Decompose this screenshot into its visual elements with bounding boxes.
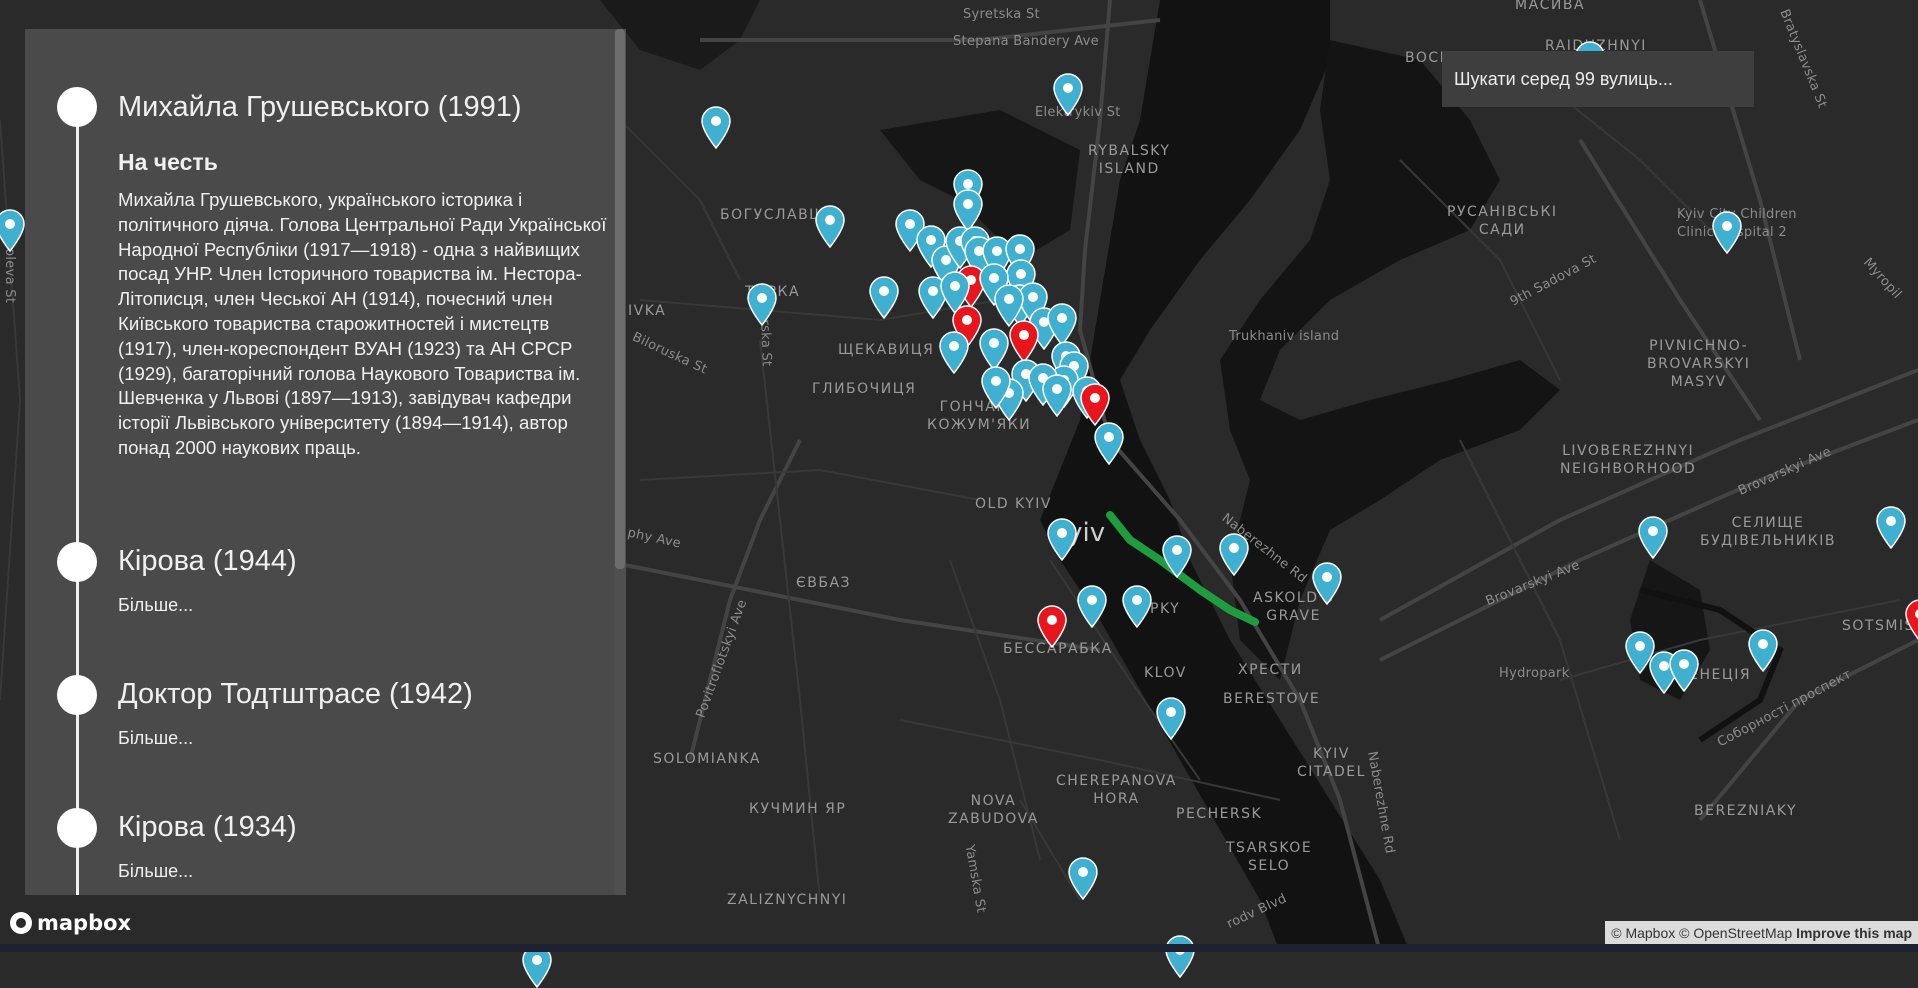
map-label-zaliznychnyi: ZALIZNYCHNYI: [727, 892, 848, 908]
map-marker-icon[interactable]: [1155, 696, 1187, 740]
map-marker-icon[interactable]: [1875, 505, 1907, 549]
more-link[interactable]: Більше...: [118, 728, 193, 749]
honor-text: Михайла Грушевського, українського істор…: [118, 189, 607, 458]
map-marker-icon[interactable]: [700, 105, 732, 149]
map-label-livoberezhnyi: LIVOBEREZHNYI NEIGHBORHOOD: [1560, 443, 1697, 477]
honor-heading: На честь: [118, 149, 218, 175]
attribution-mapbox-link[interactable]: © Mapbox: [1611, 925, 1675, 941]
timeline-line: [76, 109, 79, 895]
map-label-ivka: IVKA: [628, 303, 667, 319]
map-label-berezniaky: BEREZNIAKY: [1694, 803, 1798, 819]
map-label-cherepanova: CHEREPANOVA HORA: [1056, 773, 1177, 807]
sidebar-scrollbar[interactable]: [614, 29, 626, 895]
map-label-kyiv-citadel: KYIV CITADEL: [1297, 746, 1366, 780]
map-marker-icon[interactable]: [868, 275, 900, 319]
map-label-pky: PKY: [1150, 601, 1181, 617]
map-label-khresty: ХРЕСТИ: [1238, 662, 1303, 678]
bottom-bar: [0, 944, 1918, 952]
map-label-yevbaz: ЄВБАЗ: [796, 575, 852, 591]
mapbox-logo-text: mapbox: [37, 911, 132, 935]
map-label-shchekavytsia: ЩЕКАВИЦЯ: [838, 342, 935, 358]
map-label-selyshche: СЕЛИЩЕ БУДІВЕЛЬНИКІВ: [1700, 515, 1836, 549]
map-marker-icon[interactable]: [1076, 584, 1108, 628]
map-label-hlybochytsia: ГЛИБОЧИЦЯ: [812, 381, 917, 397]
map-marker-icon[interactable]: [1093, 421, 1125, 465]
map-marker-icon[interactable]: [1218, 532, 1250, 576]
map-attribution: © Mapbox © OpenStreetMap Improve this ma…: [1605, 921, 1918, 945]
map-label-hydropark: Hydropark: [1499, 666, 1570, 681]
mapbox-logo[interactable]: mapbox: [10, 910, 131, 936]
map-label-kuchmyn-yar: КУЧМИН ЯР: [749, 801, 847, 817]
map-label-tsarskoe: TSARSKOE SELO: [1226, 840, 1313, 874]
map-marker-icon[interactable]: [938, 330, 970, 374]
map-marker-icon[interactable]: [1311, 561, 1343, 605]
map-label-old-kyiv: OLD KYIV: [975, 496, 1052, 512]
map-marker-icon[interactable]: [1164, 934, 1196, 978]
map-marker-icon[interactable]: [0, 208, 26, 252]
map-marker-icon[interactable]: [1041, 373, 1073, 417]
map-marker-icon[interactable]: [814, 204, 846, 248]
map-marker-icon[interactable]: [980, 365, 1012, 409]
map-label-pivnichno: PIVNICHNO- BROVARSKYI MASYV: [1647, 338, 1751, 390]
timeline-dot[interactable]: [57, 87, 97, 127]
map-marker-icon[interactable]: [1046, 517, 1078, 561]
map-marker-icon[interactable]: [1052, 72, 1084, 116]
entry-title: Кірова (1944): [118, 545, 297, 577]
map-marker-icon[interactable]: [1711, 210, 1743, 254]
map-label-klov: KLOV: [1144, 665, 1187, 681]
improve-map-link[interactable]: Improve this map: [1796, 925, 1912, 941]
scrollbar-thumb[interactable]: [615, 29, 625, 569]
map-label-solomianka: SOLOMIANKA: [653, 751, 761, 767]
timeline-dot[interactable]: [57, 542, 97, 582]
map-label-pechersk: PECHERSK: [1176, 806, 1263, 822]
map-label-syretska: Syretska St: [963, 7, 1040, 22]
street-history-panel[interactable]: Михайла Грушевського (1991) На честь Мих…: [25, 29, 626, 895]
street-search-input[interactable]: [1442, 51, 1754, 107]
entry-title: Кірова (1934): [118, 811, 297, 843]
map-marker-red-icon[interactable]: [1904, 598, 1918, 642]
map-label-rusanivski: РУСАНІВСЬКІ САДИ: [1447, 204, 1558, 238]
map-label-masyva: МАСИВА: [1515, 0, 1586, 13]
map-marker-icon[interactable]: [1067, 856, 1099, 900]
entry-title: Михайла Грушевського (1991): [118, 91, 522, 123]
timeline-dot[interactable]: [57, 675, 97, 715]
map-marker-red-icon[interactable]: [1036, 604, 1068, 648]
map-marker-icon[interactable]: [1747, 628, 1779, 672]
timeline-dot[interactable]: [57, 808, 97, 848]
more-link[interactable]: Більше...: [118, 595, 193, 616]
map-marker-red-icon[interactable]: [1079, 382, 1111, 426]
map-label-stepana-bandery: Stepana Bandery Ave: [953, 34, 1099, 49]
map-label-nova-zabudova: NOVA ZABUDOVA: [948, 793, 1039, 827]
mapbox-logo-icon: [10, 912, 32, 934]
map-marker-red-icon[interactable]: [1008, 319, 1040, 363]
map-marker-icon[interactable]: [1121, 584, 1153, 628]
map-marker-icon[interactable]: [1161, 534, 1193, 578]
more-link[interactable]: Більше...: [118, 861, 193, 882]
map-label-berestove: BERESTOVE: [1223, 691, 1321, 707]
map-marker-icon[interactable]: [1668, 648, 1700, 692]
map-label-rybalsky: RYBALSKY ISLAND: [1088, 143, 1171, 177]
map-label-trukhaniv: Trukhaniv island: [1229, 329, 1340, 344]
map-marker-icon[interactable]: [746, 282, 778, 326]
entry-title: Доктор Тодтштрасе (1942): [118, 678, 473, 710]
map-marker-icon[interactable]: [1637, 515, 1669, 559]
attribution-osm-link[interactable]: © OpenStreetMap: [1679, 925, 1792, 941]
map-label-bohuslavshchyna: БОГУСЛАВЩ: [720, 207, 826, 223]
